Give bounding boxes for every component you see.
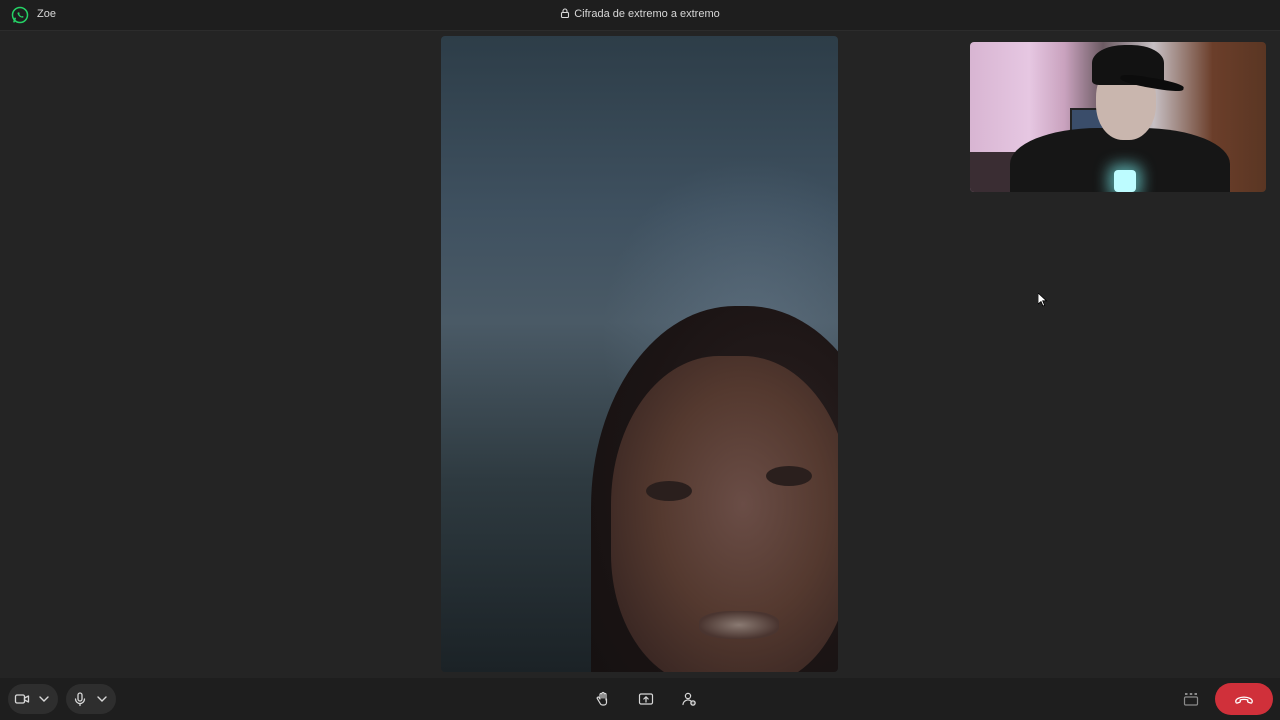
video-person-eye bbox=[766, 466, 812, 486]
remote-video bbox=[441, 36, 838, 672]
raise-hand-icon bbox=[596, 691, 608, 706]
end-call-icon bbox=[1235, 696, 1253, 704]
end-call-button[interactable] bbox=[1215, 683, 1273, 715]
camera-button[interactable] bbox=[11, 688, 33, 710]
video-person-mouth bbox=[699, 611, 779, 639]
camera-control-group bbox=[8, 684, 58, 714]
self-view-light bbox=[1114, 170, 1136, 192]
add-participant-button[interactable] bbox=[678, 688, 700, 710]
call-controls-bar bbox=[0, 678, 1280, 720]
chevron-down-icon bbox=[39, 696, 49, 702]
title-bar: Zoe Cifrada de extremo a extremo bbox=[0, 0, 1280, 31]
chevron-down-icon bbox=[97, 696, 107, 702]
video-person-eye bbox=[646, 481, 692, 501]
raise-hand-button[interactable] bbox=[592, 688, 614, 710]
camera-icon bbox=[14, 694, 30, 704]
microphone-button[interactable] bbox=[69, 688, 91, 710]
self-view-video[interactable] bbox=[970, 42, 1266, 192]
encryption-status: Cifrada de extremo a extremo bbox=[0, 8, 1280, 20]
encryption-label: Cifrada de extremo a extremo bbox=[574, 8, 720, 20]
camera-options-button[interactable] bbox=[33, 688, 55, 710]
share-screen-icon bbox=[638, 693, 654, 705]
microphone-options-button[interactable] bbox=[91, 688, 113, 710]
layout-icon bbox=[1183, 693, 1199, 706]
layout-button[interactable] bbox=[1180, 688, 1202, 710]
microphone-control-group bbox=[66, 684, 116, 714]
mouse-cursor-icon bbox=[1038, 293, 1048, 307]
share-screen-button[interactable] bbox=[635, 688, 657, 710]
microphone-icon bbox=[74, 692, 86, 707]
add-participant-icon bbox=[682, 692, 696, 706]
lock-icon bbox=[561, 8, 570, 18]
